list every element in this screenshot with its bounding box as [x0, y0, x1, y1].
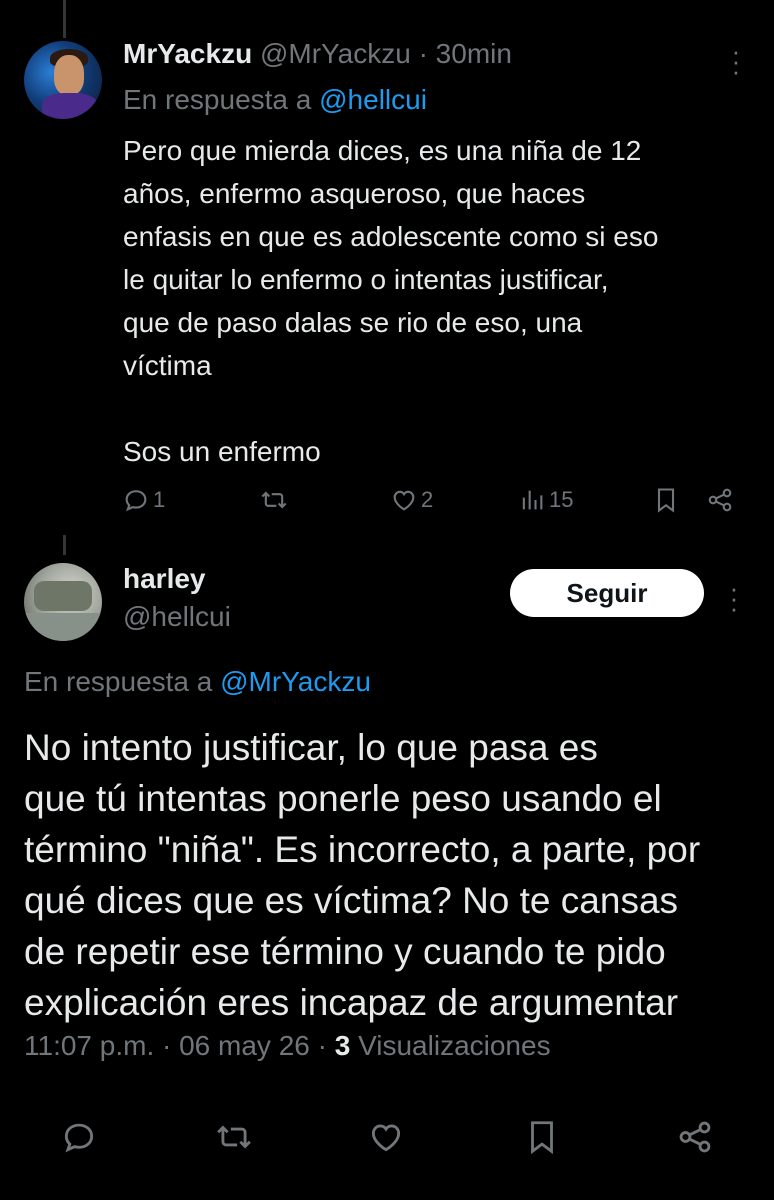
share-button[interactable] [676, 1118, 714, 1161]
reply-button[interactable] [60, 1118, 98, 1161]
tweet-actions [60, 1118, 720, 1158]
tweet-time[interactable]: 30min [436, 38, 512, 69]
reply-count: 1 [153, 487, 166, 512]
tweet-actions: 1 2 15 [122, 486, 752, 520]
display-name[interactable]: harley [123, 563, 206, 595]
view-count: 3 [334, 1030, 351, 1061]
avatar-mryackzu[interactable] [24, 41, 102, 119]
views-count: 15 [549, 487, 574, 512]
bookmark-icon [657, 488, 675, 513]
follow-button[interactable]: Seguir [510, 569, 704, 617]
avatar-harley[interactable] [24, 563, 102, 641]
reply-to-handle[interactable]: @MrYackzu [220, 666, 371, 697]
like-count: 2 [421, 487, 434, 512]
share-button[interactable] [706, 486, 734, 514]
retweet-icon [261, 491, 287, 509]
heart-icon [371, 1124, 401, 1152]
thread-connector [63, 0, 66, 38]
retweet-button[interactable] [260, 486, 288, 514]
reply-to-handle[interactable]: @hellcui [319, 84, 427, 115]
reply-icon [64, 1123, 94, 1153]
reply-button[interactable]: 1 [122, 486, 165, 514]
timestamp-text[interactable]: 11:07 p.m. · 06 may 26 · [24, 1030, 335, 1061]
reply-prefix: En respuesta a [123, 84, 312, 115]
thread-connector [63, 535, 66, 555]
heart-icon [393, 490, 415, 511]
reply-context: En respuesta a @hellcui [123, 84, 427, 116]
reply-context: En respuesta a @MrYackzu [24, 666, 371, 698]
tweet-header: MrYackzu @MrYackzu · 30min [123, 38, 512, 70]
views-icon [522, 490, 543, 510]
share-icon [679, 1121, 711, 1153]
bookmark-button[interactable] [523, 1118, 561, 1161]
tweet-text: Pero que mierda dices, es una niña de 12… [123, 135, 659, 467]
reply-prefix: En respuesta a [24, 666, 213, 697]
handle[interactable]: @hellcui [123, 601, 231, 633]
tweet-text: No intento justificar, lo que pasa es qu… [24, 727, 701, 1023]
views-button[interactable]: 15 [518, 486, 573, 514]
retweet-button[interactable] [215, 1118, 253, 1161]
retweet-icon [217, 1125, 251, 1149]
more-vertical-icon[interactable]: · · · [726, 38, 746, 84]
handle[interactable]: @MrYackzu [260, 38, 411, 69]
reply-icon [125, 490, 147, 512]
tweet-timestamp: 11:07 p.m. · 06 may 26 · 3 Visualizacion… [24, 1030, 551, 1062]
like-button[interactable] [367, 1118, 405, 1161]
like-button[interactable]: 2 [390, 486, 433, 514]
bookmark-icon [531, 1121, 553, 1155]
bookmark-button[interactable] [652, 486, 680, 514]
more-vertical-icon[interactable]: · · · [724, 575, 744, 621]
separator: · [418, 38, 428, 69]
display-name[interactable]: MrYackzu [123, 38, 252, 69]
view-label: Visualizaciones [350, 1030, 551, 1061]
share-icon [708, 488, 732, 512]
